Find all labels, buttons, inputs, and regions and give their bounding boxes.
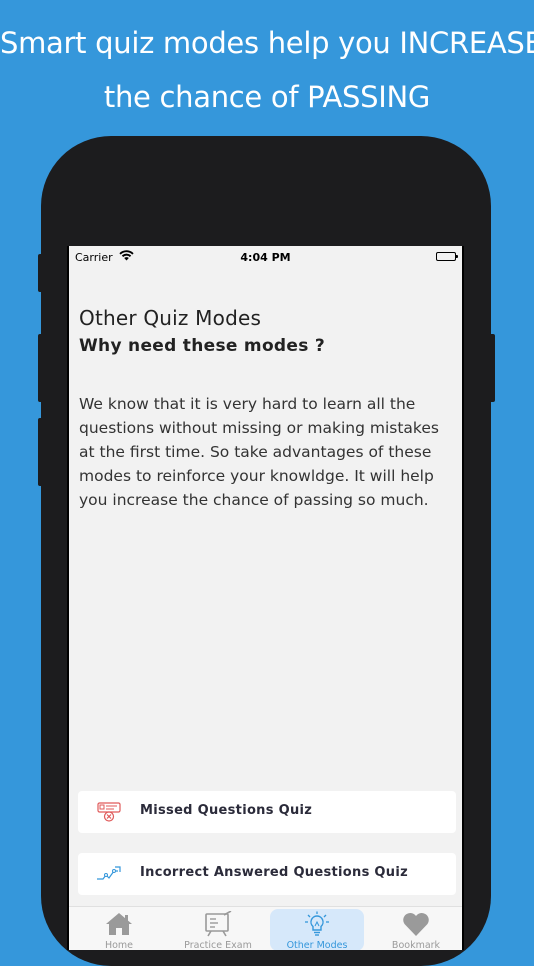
headline-line-2: the chance of PASSING [103, 80, 431, 114]
exam-board-icon [203, 910, 233, 937]
incorrect-answered-quiz-button[interactable]: Incorrect Answered Questions Quiz [78, 853, 456, 895]
tab-bookmark-label: Bookmark [391, 940, 441, 950]
missed-questions-quiz-button[interactable]: Missed Questions Quiz [78, 791, 456, 833]
page-title: Other Quiz Modes [79, 306, 262, 330]
tab-other-modes[interactable]: Other Modes [270, 909, 364, 950]
page-description: We know that it is very hard to learn al… [79, 395, 439, 509]
status-bar: Carrier 4:04 PM [69, 246, 462, 270]
tab-bookmark[interactable]: Bookmark [369, 909, 462, 950]
page-subtitle: Why need these modes ? [79, 336, 326, 356]
promo-headline: Smart quiz modes help you INCREASE the c… [0, 16, 534, 124]
lightbulb-icon [302, 911, 332, 937]
incorrect-answered-quiz-label: Incorrect Answered Questions Quiz [140, 865, 408, 880]
tab-practice-exam[interactable]: Practice Exam [171, 909, 265, 950]
missed-questions-quiz-label: Missed Questions Quiz [140, 803, 313, 818]
home-icon [104, 911, 134, 937]
status-time: 4:04 PM [240, 251, 291, 264]
missed-questions-icon [96, 801, 122, 823]
tab-home-label: Home [104, 940, 134, 950]
trend-chart-icon [96, 863, 122, 885]
tab-practice-exam-label: Practice Exam [184, 940, 252, 950]
battery-icon [436, 252, 458, 261]
phone-screen: Carrier 4:04 PM Other Quiz Modes Why nee… [67, 246, 464, 950]
headline-line-1: Smart quiz modes help you INCREASE [0, 26, 534, 60]
tab-other-modes-label: Other Modes [286, 940, 348, 950]
tab-bar: Home Practice Exam Other Modes Bookmark [69, 906, 462, 950]
heart-icon [401, 911, 431, 937]
tab-home[interactable]: Home [72, 909, 166, 950]
